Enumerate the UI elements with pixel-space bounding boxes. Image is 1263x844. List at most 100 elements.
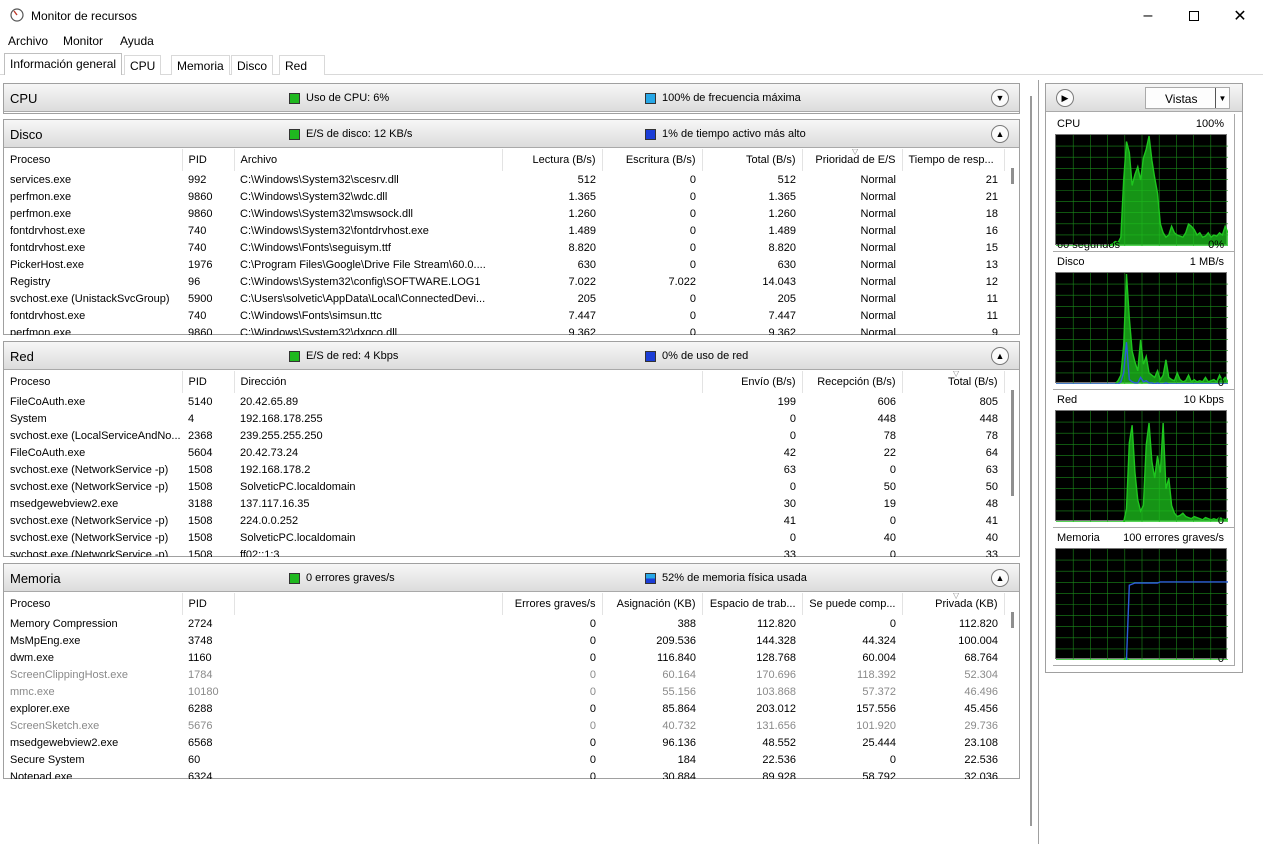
table-row[interactable]: services.exe 992 C:\Windows\System32\scesr… (4, 171, 1004, 188)
table-cell: 58.792 (862, 770, 896, 780)
col-header[interactable]: Errores graves/s (502, 593, 603, 615)
tab-bar: Información general CPU Memoria Disco Re… (0, 51, 1263, 76)
memory-scrollbar[interactable] (1011, 612, 1014, 628)
tab-red[interactable]: Red (279, 55, 325, 75)
tab-memoria[interactable]: Memoria (171, 55, 230, 75)
col-header[interactable]: Proceso (4, 371, 183, 393)
table-cell: 224.0.0.252 (240, 514, 299, 527)
col-header[interactable]: Total (B/s) (702, 149, 803, 171)
col-header[interactable]: Asignación (KB) (602, 593, 703, 615)
network-panel-header[interactable]: Red E/S de red: 4 Kbps 0% de uso de red … (4, 342, 1019, 370)
table-row[interactable]: perfmon.exe 9860 C:\Windows\System32\wdc.d… (4, 188, 1004, 205)
col-header[interactable]: Proceso (4, 593, 183, 615)
table-row[interactable]: ScreenSketch.exe 5676 0 40.732 131.656 101.92… (4, 717, 1004, 734)
table-cell: 0 (589, 702, 596, 715)
memory-panel-header[interactable]: Memoria 0 errores graves/s 52% de memori… (4, 564, 1019, 592)
table-row[interactable]: svchost.exe (NetworkService -p) 1508 192.1… (4, 461, 1004, 478)
table-row[interactable]: Memory Compression 2724 0 388 112.820 0 112.82… (4, 615, 1004, 632)
col-header[interactable]: Escritura (B/s) (602, 149, 703, 171)
table-cell: 740 (188, 309, 207, 322)
expand-chevron-icon[interactable]: ▼ (991, 89, 1009, 107)
tab-disco[interactable]: Disco (231, 55, 274, 75)
table-row[interactable]: Registry 96 C:\Windows\System32\config\SOF… (4, 273, 1004, 290)
tab-cpu[interactable]: CPU (124, 55, 162, 75)
table-row[interactable]: svchost.exe (NetworkService -p) 1508 Solve… (4, 529, 1004, 546)
col-header[interactable]: Archivo (234, 149, 503, 171)
table-row[interactable]: svchost.exe (NetworkService -p) 1508 ff02:… (4, 546, 1004, 558)
table-cell: svchost.exe (LocalServiceAndNo... (10, 429, 181, 442)
collapse-chevron-icon[interactable]: ▲ (991, 569, 1009, 587)
menu-archivo[interactable]: Archivo (8, 34, 48, 48)
table-row[interactable]: ScreenClippingHost.exe 1784 0 60.164 170.696… (4, 666, 1004, 683)
disk-scrollbar[interactable] (1011, 168, 1014, 184)
table-row[interactable]: System 4 192.168.178.255 0 448 448 (4, 410, 1004, 427)
col-header[interactable]: Envío (B/s) (702, 371, 803, 393)
col-header[interactable]: Tiempo de resp... (902, 149, 1005, 171)
network-scrollbar[interactable] (1011, 390, 1014, 496)
table-cell: 112.820 (757, 617, 796, 630)
col-header[interactable]: PID (182, 371, 235, 393)
table-row[interactable]: Secure System 60 0 184 22.536 0 22.536 (4, 751, 1004, 768)
table-row[interactable]: msedgewebview2.exe 6568 0 96.136 48.552 25.44… (4, 734, 1004, 751)
table-row[interactable]: msedgewebview2.exe 3188 137.117.16.35 30 19 4… (4, 495, 1004, 512)
menu-ayuda[interactable]: Ayuda (120, 34, 154, 48)
table-row[interactable]: FileCoAuth.exe 5140 20.42.65.89 199 606 805 (4, 393, 1004, 410)
table-row[interactable]: perfmon.exe 9860 C:\Windows\System32\mswso… (4, 205, 1004, 222)
collapse-chevron-icon[interactable]: ▲ (991, 347, 1009, 365)
table-row[interactable]: PickerHost.exe 1976 C:\Program Files\Googl… (4, 256, 1004, 273)
tab-overview[interactable]: Información general (4, 53, 123, 76)
table-cell: C:\Windows\System32\fontdrvhost.exe (240, 224, 429, 237)
table-row[interactable]: svchost.exe (UnistackSvcGroup) 5900 C:\Use… (4, 290, 1004, 307)
table-row[interactable]: mmc.exe 10180 0 55.156 103.868 57.372 46.496 (4, 683, 1004, 700)
col-header[interactable]: Dirección (234, 371, 703, 393)
table-row[interactable]: svchost.exe (NetworkService -p) 1508 224.0… (4, 512, 1004, 529)
table-row[interactable]: dwm.exe 1160 0 116.840 128.768 60.004 68.764 (4, 649, 1004, 666)
table-row[interactable]: svchost.exe (LocalServiceAndNo... 2368 239… (4, 427, 1004, 444)
menu-bar: Archivo Monitor Ayuda (0, 31, 1263, 51)
table-cell: 96 (188, 275, 201, 288)
table-row[interactable]: svchost.exe (NetworkService -p) 1508 Solve… (4, 478, 1004, 495)
menu-monitor[interactable]: Monitor (63, 34, 103, 48)
table-row[interactable]: Notepad.exe 6324 0 30.884 89.928 58.792 32.036 (4, 768, 1004, 780)
collapse-chevron-icon[interactable]: ▲ (991, 125, 1009, 143)
col-header-sorted[interactable]: ▽ Privada (KB) (902, 593, 1005, 615)
maximize-button[interactable] (1171, 0, 1217, 31)
table-row[interactable]: perfmon.exe 9860 C:\Windows\System32\dxgco… (4, 324, 1004, 336)
splitter[interactable] (1038, 80, 1039, 844)
table-cell: 50 (985, 480, 998, 493)
table-row[interactable]: explorer.exe 6288 0 85.864 203.012 157.556 45.… (4, 700, 1004, 717)
table-cell: ff02::1:3 (240, 548, 280, 558)
col-header[interactable]: Lectura (B/s) (502, 149, 603, 171)
views-dropdown[interactable]: Vistas ▼ (1145, 87, 1230, 109)
table-row[interactable]: fontdrvhost.exe 740 C:\Windows\System32\fo… (4, 222, 1004, 239)
table-cell: FileCoAuth.exe (10, 446, 86, 459)
col-header[interactable]: PID (182, 149, 235, 171)
minimize-button[interactable]: – (1125, 0, 1171, 31)
table-cell: Memory Compression (10, 617, 118, 630)
table-cell: 740 (188, 241, 207, 254)
main-scrollbar[interactable] (1030, 96, 1032, 826)
table-row[interactable]: MsMpEng.exe 3748 0 209.536 144.328 44.324 100.… (4, 632, 1004, 649)
col-header[interactable]: Espacio de trab... (702, 593, 803, 615)
col-header[interactable]: PID (182, 593, 235, 615)
col-header[interactable]: Recepción (B/s) (802, 371, 903, 393)
chevron-right-icon[interactable]: ▶ (1056, 89, 1074, 107)
table-row[interactable]: FileCoAuth.exe 5604 20.42.73.24 42 22 64 (4, 444, 1004, 461)
col-header[interactable] (234, 593, 503, 615)
close-button[interactable]: ✕ (1217, 0, 1263, 31)
disk-panel-header[interactable]: Disco E/S de disco: 12 KB/s 1% de tiempo… (4, 120, 1019, 148)
table-cell: 0 (689, 207, 696, 220)
table-row[interactable]: fontdrvhost.exe 740 C:\Windows\Fonts\segui… (4, 239, 1004, 256)
col-header-sorted[interactable]: ▽ Total (B/s) (902, 371, 1005, 393)
col-header-sorted[interactable]: ▽ Prioridad de E/S (802, 149, 903, 171)
table-cell: 203.012 (756, 702, 796, 715)
cpu-panel-header[interactable]: CPU Uso de CPU: 6% 100% de frecuencia má… (4, 84, 1019, 112)
graph-cpu-name: CPU (1057, 118, 1081, 130)
table-cell: 19 (883, 497, 896, 510)
table-cell: 4 (188, 412, 195, 425)
table-row[interactable]: fontdrvhost.exe 740 C:\Windows\Fonts\simsu… (4, 307, 1004, 324)
table-cell: 20.42.65.89 (240, 395, 299, 408)
col-header[interactable]: Proceso (4, 149, 183, 171)
col-header[interactable]: Se puede comp... (802, 593, 903, 615)
table-cell: 0 (789, 480, 796, 493)
